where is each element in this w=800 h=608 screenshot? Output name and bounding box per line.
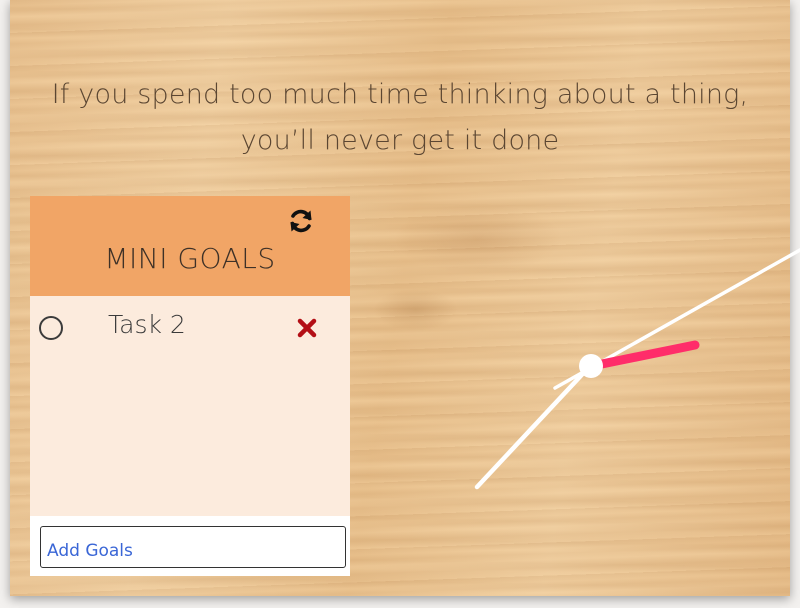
add-goal-footer xyxy=(30,516,350,576)
motivational-quote: If you spend too much time thinking abou… xyxy=(0,72,800,164)
circle-icon[interactable] xyxy=(39,316,63,340)
add-goal-input[interactable] xyxy=(40,526,346,568)
task-label: Task 2 xyxy=(108,310,186,339)
refresh-icon[interactable] xyxy=(286,206,316,236)
quote-line-1: If you spend too much time thinking abou… xyxy=(51,79,749,110)
quote-line-2: you’ll never get it done xyxy=(240,125,560,156)
goals-title: MINI GOALS xyxy=(104,242,276,275)
close-icon[interactable] xyxy=(295,316,319,340)
goals-header: MINI GOALS xyxy=(30,196,350,296)
task-item: Task 2 xyxy=(30,308,350,348)
mini-goals-panel: MINI GOALS Task 2 xyxy=(30,196,350,576)
